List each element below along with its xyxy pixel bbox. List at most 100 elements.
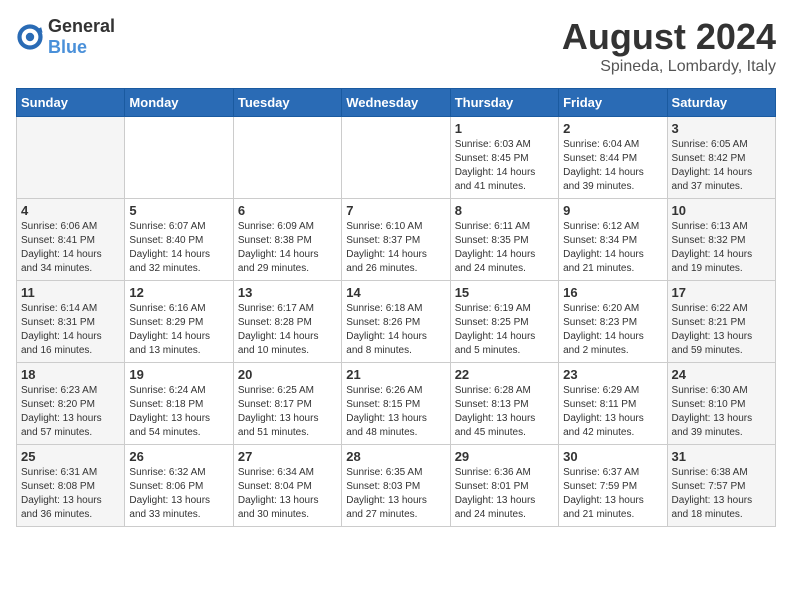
calendar-cell: 15 Sunrise: 6:19 AM Sunset: 8:25 PM Dayli… [450,281,558,363]
logo: General Blue [16,16,115,58]
calendar-week-1: 4 Sunrise: 6:06 AM Sunset: 8:41 PM Daylig… [17,199,776,281]
day-info: Sunrise: 6:06 AM Sunset: 8:41 PM Dayligh… [21,220,120,276]
day-info: Sunrise: 6:07 AM Sunset: 8:40 PM Dayligh… [129,220,228,276]
day-number: 19 [129,367,228,382]
day-info: Sunrise: 6:16 AM Sunset: 8:29 PM Dayligh… [129,302,228,358]
calendar-week-0: 1Sunrise: 6:03 AM Sunset: 8:45 PM Daylig… [17,117,776,199]
day-info: Sunrise: 6:17 AM Sunset: 8:28 PM Dayligh… [238,302,337,358]
calendar-cell: 2 Sunrise: 6:04 AM Sunset: 8:44 PM Daylig… [559,117,667,199]
day-number: 16 [563,285,662,300]
header-tuesday: Tuesday [233,89,341,117]
day-number: 3 [672,121,771,136]
logo-blue: Blue [48,37,87,57]
day-info: Sunrise: 6:22 AM Sunset: 8:21 PM Dayligh… [672,302,771,358]
calendar-cell: 21 Sunrise: 6:26 AM Sunset: 8:15 PM Dayli… [342,363,450,445]
day-number: 21 [346,367,445,382]
day-number: 27 [238,449,337,464]
calendar-cell [17,117,125,199]
calendar-cell: 25 Sunrise: 6:31 AM Sunset: 8:08 PM Dayli… [17,445,125,527]
logo-icon [16,23,44,51]
day-number: 5 [129,203,228,218]
header-monday: Monday [125,89,233,117]
day-info: Sunrise: 6:25 AM Sunset: 8:17 PM Dayligh… [238,384,337,440]
calendar-week-3: 18 Sunrise: 6:23 AM Sunset: 8:20 PM Dayli… [17,363,776,445]
calendar-cell: 20 Sunrise: 6:25 AM Sunset: 8:17 PM Dayli… [233,363,341,445]
day-info: Sunrise: 6:23 AM Sunset: 8:20 PM Dayligh… [21,384,120,440]
calendar-cell [342,117,450,199]
day-info: Sunrise: 6:37 AM Sunset: 7:59 PM Dayligh… [563,466,662,522]
calendar-cell: 16 Sunrise: 6:20 AM Sunset: 8:23 PM Dayli… [559,281,667,363]
day-number: 31 [672,449,771,464]
day-number: 28 [346,449,445,464]
calendar-cell: 27 Sunrise: 6:34 AM Sunset: 8:04 PM Dayli… [233,445,341,527]
day-info: Sunrise: 6:09 AM Sunset: 8:38 PM Dayligh… [238,220,337,276]
day-info: Sunrise: 6:24 AM Sunset: 8:18 PM Dayligh… [129,384,228,440]
calendar-cell: 28Sunrise: 6:35 AM Sunset: 8:03 PM Dayli… [342,445,450,527]
calendar-cell: 26Sunrise: 6:32 AM Sunset: 8:06 PM Dayli… [125,445,233,527]
day-info: Sunrise: 6:13 AM Sunset: 8:32 PM Dayligh… [672,220,771,276]
day-info: Sunrise: 6:30 AM Sunset: 8:10 PM Dayligh… [672,384,771,440]
calendar-cell: 7 Sunrise: 6:10 AM Sunset: 8:37 PM Daylig… [342,199,450,281]
day-info: Sunrise: 6:26 AM Sunset: 8:15 PM Dayligh… [346,384,445,440]
calendar-week-4: 25 Sunrise: 6:31 AM Sunset: 8:08 PM Dayli… [17,445,776,527]
calendar-cell: 8Sunrise: 6:11 AM Sunset: 8:35 PM Daylig… [450,199,558,281]
day-info: Sunrise: 6:34 AM Sunset: 8:04 PM Dayligh… [238,466,337,522]
day-number: 20 [238,367,337,382]
calendar-cell: 9 Sunrise: 6:12 AM Sunset: 8:34 PM Daylig… [559,199,667,281]
calendar-cell: 6Sunrise: 6:09 AM Sunset: 8:38 PM Daylig… [233,199,341,281]
day-info: Sunrise: 6:38 AM Sunset: 7:57 PM Dayligh… [672,466,771,522]
calendar-cell: 5 Sunrise: 6:07 AM Sunset: 8:40 PM Daylig… [125,199,233,281]
day-number: 14 [346,285,445,300]
day-number: 13 [238,285,337,300]
day-number: 7 [346,203,445,218]
day-info: Sunrise: 6:10 AM Sunset: 8:37 PM Dayligh… [346,220,445,276]
calendar-cell: 23 Sunrise: 6:29 AM Sunset: 8:11 PM Dayli… [559,363,667,445]
day-info: Sunrise: 6:36 AM Sunset: 8:01 PM Dayligh… [455,466,554,522]
day-number: 15 [455,285,554,300]
day-info: Sunrise: 6:12 AM Sunset: 8:34 PM Dayligh… [563,220,662,276]
day-info: Sunrise: 6:14 AM Sunset: 8:31 PM Dayligh… [21,302,120,358]
day-number: 10 [672,203,771,218]
calendar-cell: 14Sunrise: 6:18 AM Sunset: 8:26 PM Dayli… [342,281,450,363]
day-info: Sunrise: 6:20 AM Sunset: 8:23 PM Dayligh… [563,302,662,358]
day-info: Sunrise: 6:04 AM Sunset: 8:44 PM Dayligh… [563,138,662,194]
day-number: 11 [21,285,120,300]
calendar-cell: 10 Sunrise: 6:13 AM Sunset: 8:32 PM Dayli… [667,199,775,281]
month-title: August 2024 [562,16,776,58]
day-number: 18 [21,367,120,382]
day-number: 4 [21,203,120,218]
day-info: Sunrise: 6:29 AM Sunset: 8:11 PM Dayligh… [563,384,662,440]
calendar-cell: 22 Sunrise: 6:28 AM Sunset: 8:13 PM Dayli… [450,363,558,445]
day-number: 23 [563,367,662,382]
calendar-cell: 30Sunrise: 6:37 AM Sunset: 7:59 PM Dayli… [559,445,667,527]
calendar-cell [233,117,341,199]
day-number: 1 [455,121,554,136]
day-info: Sunrise: 6:32 AM Sunset: 8:06 PM Dayligh… [129,466,228,522]
calendar-cell: 13 Sunrise: 6:17 AM Sunset: 8:28 PM Dayli… [233,281,341,363]
calendar-table: Sunday Monday Tuesday Wednesday Thursday… [16,88,776,527]
day-number: 17 [672,285,771,300]
day-number: 24 [672,367,771,382]
header-wednesday: Wednesday [342,89,450,117]
logo-general: General [48,16,115,36]
day-number: 22 [455,367,554,382]
header-friday: Friday [559,89,667,117]
day-number: 9 [563,203,662,218]
calendar-cell: 17 Sunrise: 6:22 AM Sunset: 8:21 PM Dayli… [667,281,775,363]
day-info: Sunrise: 6:19 AM Sunset: 8:25 PM Dayligh… [455,302,554,358]
header: General Blue August 2024 Spineda, Lombar… [16,16,776,76]
calendar-cell: 29 Sunrise: 6:36 AM Sunset: 8:01 PM Dayli… [450,445,558,527]
header-thursday: Thursday [450,89,558,117]
day-number: 29 [455,449,554,464]
day-info: Sunrise: 6:31 AM Sunset: 8:08 PM Dayligh… [21,466,120,522]
calendar-cell: 18 Sunrise: 6:23 AM Sunset: 8:20 PM Dayli… [17,363,125,445]
logo-text: General Blue [48,16,115,58]
day-info: Sunrise: 6:28 AM Sunset: 8:13 PM Dayligh… [455,384,554,440]
day-number: 2 [563,121,662,136]
calendar-cell [125,117,233,199]
day-info: Sunrise: 6:11 AM Sunset: 8:35 PM Dayligh… [455,220,554,276]
day-number: 25 [21,449,120,464]
calendar-cell: 4 Sunrise: 6:06 AM Sunset: 8:41 PM Daylig… [17,199,125,281]
day-number: 12 [129,285,228,300]
title-area: August 2024 Spineda, Lombardy, Italy [562,16,776,76]
